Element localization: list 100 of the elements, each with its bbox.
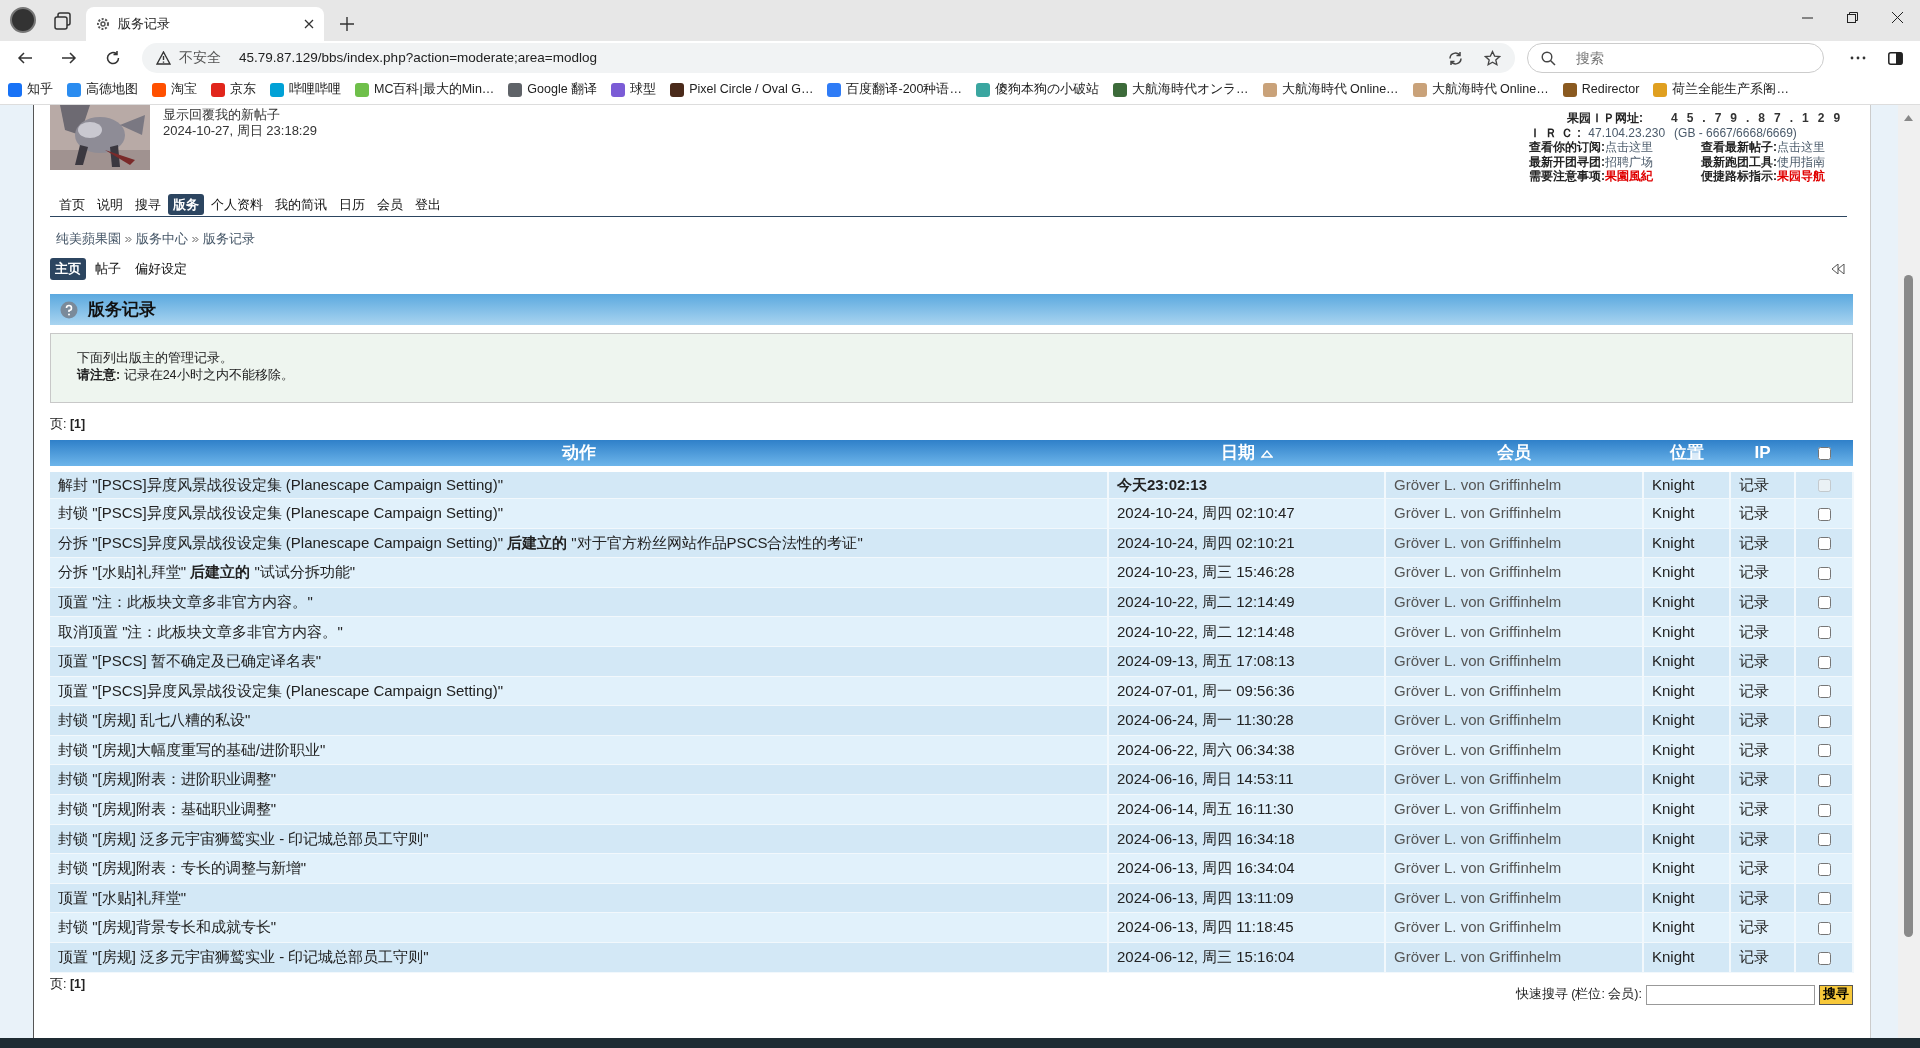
plus-icon[interactable] <box>340 17 354 31</box>
row-checkbox[interactable] <box>1817 537 1831 551</box>
menu-tab[interactable]: 登出 <box>410 193 446 216</box>
scrollbar[interactable] <box>1898 105 1920 1038</box>
bookmark[interactable]: Pixel Circle / Oval G… <box>670 80 814 99</box>
address-bar[interactable]: 不安全 45.79.87.129/bbs/index.php?action=moderate;area=modlog <box>142 43 1515 73</box>
profile-avatar[interactable] <box>10 7 36 33</box>
bookmark[interactable]: 傻狗本狗の小破站 <box>976 80 1099 99</box>
menu-tab[interactable]: 说明 <box>92 193 128 216</box>
restore-icon[interactable] <box>1847 12 1858 23</box>
section-tab[interactable]: 帖子 <box>90 258 126 280</box>
scrollbar-thumb[interactable] <box>1904 275 1913 937</box>
warning-icon <box>156 51 171 65</box>
search-input[interactable] <box>1646 984 1815 1005</box>
breadcrumb-link[interactable]: 版务中心 <box>136 229 188 249</box>
row-checkbox[interactable] <box>1817 803 1831 817</box>
table-cell: 2024-10-22, 周二 12:14:49 <box>1108 587 1385 617</box>
row-checkbox[interactable] <box>1817 833 1831 847</box>
row-checkbox[interactable] <box>1817 626 1831 640</box>
bookmark[interactable]: 大航海時代 Online… <box>1412 80 1549 99</box>
page-indicator: 页: [1] <box>50 976 87 991</box>
bookmark[interactable]: Redirector <box>1562 80 1640 99</box>
table-cell: 记录 <box>1730 824 1795 854</box>
menu-tab[interactable]: 版务 <box>168 193 204 216</box>
search-field[interactable]: 搜索 <box>1527 43 1824 73</box>
menu-tab[interactable]: 个人资料 <box>206 193 268 216</box>
bookmark[interactable]: MC百科|最大的Min… <box>355 80 495 99</box>
sync-icon[interactable] <box>1447 49 1464 67</box>
info-link[interactable]: 使用指南 <box>1777 154 1825 169</box>
menu-tab[interactable]: 搜寻 <box>130 193 166 216</box>
table-cell: 2024-06-13, 周四 13:11:09 <box>1108 883 1385 913</box>
row-checkbox[interactable] <box>1817 714 1831 728</box>
rewind-icon[interactable] <box>1831 264 1845 274</box>
breadcrumb-link[interactable]: 版务记录 <box>203 229 255 249</box>
bookmark[interactable]: 荷兰全能生产系阁… <box>1653 80 1789 99</box>
row-checkbox[interactable] <box>1817 685 1831 699</box>
menu-tab[interactable]: 我的简讯 <box>270 193 332 216</box>
section-tab[interactable]: 主页 <box>50 258 86 280</box>
menu-tab[interactable]: 日历 <box>334 193 370 216</box>
bookmark[interactable]: 淘宝 <box>152 80 197 99</box>
close-icon[interactable] <box>1892 12 1903 23</box>
search-icon <box>1541 51 1556 66</box>
sidebar-icon[interactable] <box>1888 51 1903 65</box>
search-button[interactable]: 搜寻 <box>1819 984 1853 1005</box>
info-link[interactable]: 点击这里 <box>1605 140 1653 155</box>
table-cell: Gröver L. von Griffinhelm <box>1385 676 1643 706</box>
bookmark[interactable]: 百度翻译-200种语… <box>827 80 962 99</box>
sort-icon[interactable] <box>1260 449 1273 458</box>
breadcrumb-link[interactable]: 纯美蘋果園 <box>56 229 121 249</box>
more-icon[interactable] <box>1850 56 1866 60</box>
row-checkbox[interactable] <box>1817 892 1831 906</box>
info-link[interactable]: 招聘广场 <box>1605 154 1653 169</box>
search-label: 快速搜寻 (栏位: 会员): <box>1515 986 1642 1004</box>
browser-tab[interactable]: 版务记录 <box>86 7 324 41</box>
table-cell: 记录 <box>1730 676 1795 706</box>
table-cell: Knight <box>1643 646 1730 677</box>
row-checkbox[interactable] <box>1817 596 1831 610</box>
bookmark[interactable]: 球型 <box>611 80 657 99</box>
info-link[interactable]: 点击这里 <box>1777 140 1825 155</box>
url-text: 45.79.87.129/bbs/index.php?action=moderate;area=modlog <box>239 48 599 67</box>
menu-tab[interactable]: 首页 <box>54 193 90 216</box>
bookmark[interactable]: 知乎 <box>8 80 53 99</box>
row-checkbox[interactable] <box>1817 655 1831 669</box>
table-cell: 2024-06-14, 周五 16:11:30 <box>1108 794 1385 825</box>
bookmark[interactable]: Google 翻译 <box>508 80 598 99</box>
scroll-up-icon[interactable] <box>1904 115 1913 121</box>
bookmark[interactable]: 京东 <box>211 80 256 99</box>
table-cell: 分拆 "[水贴]礼拜堂" 后建立的 "试试分拆功能" <box>50 557 1108 588</box>
table-cell: 2024-10-22, 周二 12:14:48 <box>1108 616 1385 647</box>
row-checkbox[interactable] <box>1817 566 1831 580</box>
bookmark[interactable]: 哔哩哔哩 <box>270 80 341 99</box>
tabs-icon[interactable] <box>54 12 72 30</box>
info-link[interactable]: 果园导航 <box>1777 169 1825 184</box>
row-checkbox[interactable] <box>1817 507 1831 521</box>
bookmark[interactable]: 大航海時代 Online… <box>1262 80 1399 99</box>
row-checkbox[interactable] <box>1817 951 1831 965</box>
close-icon[interactable] <box>304 19 314 29</box>
star-icon[interactable] <box>1484 49 1501 67</box>
menu-tab[interactable]: 会员 <box>372 193 408 216</box>
info-label: 最新开团寻团: <box>1529 154 1605 169</box>
row-checkbox[interactable] <box>1817 774 1831 787</box>
info-link[interactable]: 果園風紀 <box>1605 169 1653 184</box>
chevron-icon <box>192 235 199 243</box>
table-cell: Knight <box>1643 883 1730 913</box>
bookmark[interactable]: 大航海時代オンラ… <box>1113 80 1249 99</box>
table-cell: 记录 <box>1730 498 1795 529</box>
table-cell: 记录 <box>1730 853 1795 884</box>
table-cell: 封锁 "[房规] 乱七八糟的私设" <box>50 705 1108 736</box>
row-checkbox[interactable] <box>1817 922 1831 935</box>
select-all-checkbox[interactable] <box>1817 447 1831 461</box>
row-checkbox[interactable] <box>1817 744 1831 758</box>
table-cell: 顶置 "注：此板块文章多非官方内容。" <box>50 587 1108 617</box>
row-checkbox[interactable] <box>1817 862 1831 876</box>
table-cell: 2024-06-13, 周四 11:18:45 <box>1108 912 1385 943</box>
irc-label: ＩＲＣ: <box>1529 125 1585 140</box>
table-cell: 2024-09-13, 周五 17:08:13 <box>1108 646 1385 677</box>
info-label: 查看最新帖子: <box>1701 140 1777 155</box>
reload-icon <box>105 50 121 66</box>
section-tab[interactable]: 偏好设定 <box>130 258 192 280</box>
bookmark[interactable]: 高德地图 <box>67 80 138 99</box>
